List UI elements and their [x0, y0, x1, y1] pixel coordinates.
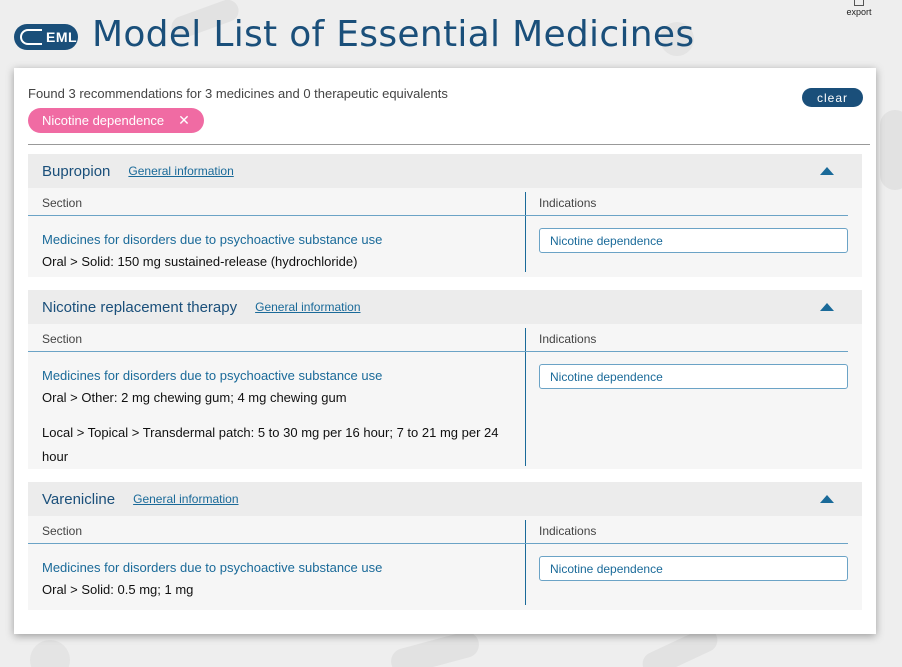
indications-header: Indications: [525, 516, 848, 544]
medicine-panel-varenicline: Varenicline General information Section …: [28, 482, 862, 610]
indication-tag[interactable]: Nicotine dependence: [539, 556, 848, 581]
medicine-name: Varenicline: [42, 490, 116, 508]
pill-decoration: [880, 110, 902, 190]
dosage-form: Local > Topical > Transdermal patch: 5 t…: [42, 425, 499, 464]
section-column: Section Medicines for disorders due to p…: [28, 324, 525, 469]
chevron-up-icon[interactable]: [820, 495, 834, 503]
indications-header: Indications: [525, 324, 848, 352]
results-summary: Found 3 recommendations for 3 medicines …: [28, 86, 448, 101]
close-icon[interactable]: ✕: [178, 112, 190, 129]
section-header: Section: [28, 516, 525, 544]
dosage-form: Oral > Other: 2 mg chewing gum; 4 mg che…: [42, 390, 347, 405]
export-label: export: [846, 7, 872, 17]
export-button[interactable]: export: [844, 0, 874, 17]
medicine-panel-bupropion: Bupropion General information Section Me…: [28, 154, 862, 277]
section-column: Section Medicines for disorders due to p…: [28, 188, 525, 271]
indication-tag[interactable]: Nicotine dependence: [539, 364, 848, 389]
chevron-up-icon[interactable]: [820, 303, 834, 311]
chevron-up-icon[interactable]: [820, 167, 834, 175]
medicine-header[interactable]: Bupropion General information: [28, 154, 862, 188]
indications-header: Indications: [525, 188, 848, 216]
section-column: Section Medicines for disorders due to p…: [28, 516, 525, 599]
clear-button[interactable]: clear: [802, 88, 863, 107]
section-header: Section: [28, 324, 525, 352]
logo-text: EML: [46, 29, 78, 45]
pill-decoration: [30, 640, 70, 667]
indications-column: Indications Nicotine dependence: [525, 188, 862, 253]
general-information-link[interactable]: General information: [133, 492, 238, 506]
eml-logo[interactable]: EML: [14, 24, 78, 50]
pill-decoration: [388, 628, 482, 667]
filter-chip-nicotine-dependence[interactable]: Nicotine dependence ✕: [28, 108, 204, 133]
indications-column: Indications Nicotine dependence: [525, 324, 862, 389]
dosage-form: Oral > Solid: 0.5 mg; 1 mg: [42, 582, 194, 597]
page-title: Model List of Essential Medicines: [92, 14, 695, 55]
results-card: Found 3 recommendations for 3 medicines …: [14, 68, 876, 634]
capsule-icon: [20, 29, 42, 45]
section-link[interactable]: Medicines for disorders due to psychoact…: [28, 560, 525, 575]
page-header: EML Model List of Essential Medicines ex…: [0, 0, 902, 68]
export-icon: [854, 0, 864, 6]
medicine-name: Bupropion: [42, 162, 111, 180]
medicine-panel-nicotine-replacement-therapy: Nicotine replacement therapy General inf…: [28, 290, 862, 469]
indication-tag[interactable]: Nicotine dependence: [539, 228, 848, 253]
medicine-header[interactable]: Nicotine replacement therapy General inf…: [28, 290, 862, 324]
section-link[interactable]: Medicines for disorders due to psychoact…: [28, 368, 525, 383]
filter-chip-label: Nicotine dependence: [42, 113, 165, 128]
dosage-form: Oral > Solid: 150 mg sustained-release (…: [42, 254, 358, 269]
indications-column: Indications Nicotine dependence: [525, 516, 862, 581]
medicine-header[interactable]: Varenicline General information: [28, 482, 862, 516]
section-link[interactable]: Medicines for disorders due to psychoact…: [28, 232, 525, 247]
divider: [28, 144, 870, 145]
section-header: Section: [28, 188, 525, 216]
general-information-link[interactable]: General information: [128, 164, 233, 178]
general-information-link[interactable]: General information: [255, 300, 360, 314]
medicine-name: Nicotine replacement therapy: [42, 298, 238, 316]
